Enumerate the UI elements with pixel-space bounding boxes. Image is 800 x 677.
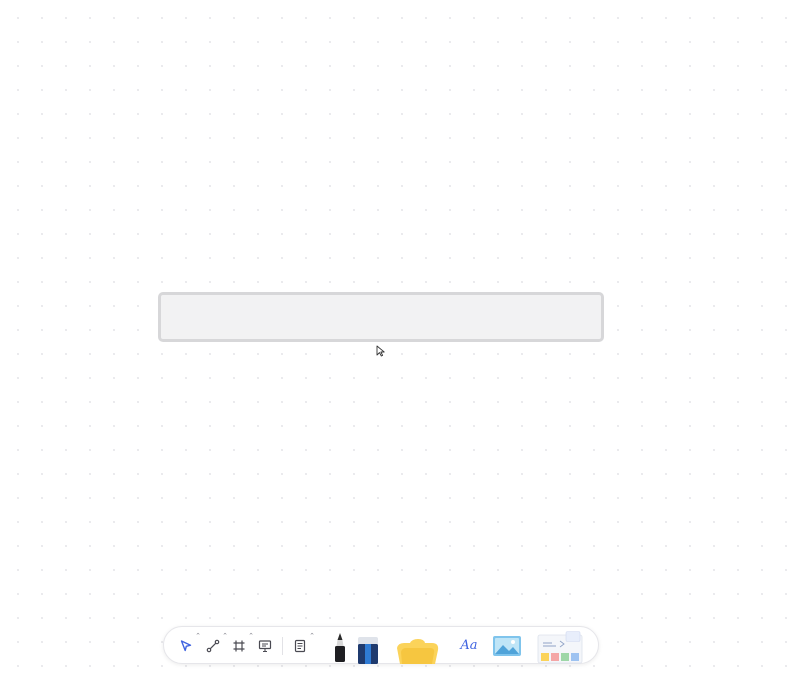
shape-tool-button[interactable] <box>394 633 442 665</box>
chevron-icon: ⌃ <box>195 633 201 640</box>
note-tool-button[interactable]: ⌃ <box>289 633 315 657</box>
select-tool-button[interactable]: ⌃ <box>175 633 201 657</box>
presentation-tool-button[interactable] <box>254 635 276 657</box>
bottom-toolbar: ⌃ ⌃ ⌃ ⌃ Aa <box>163 626 599 664</box>
pointer-arrow-icon <box>180 640 192 652</box>
eraser-icon <box>358 637 378 664</box>
toolbar-divider <box>282 637 283 655</box>
whiteboard-canvas[interactable]: ⌃ ⌃ ⌃ ⌃ Aa <box>0 0 800 677</box>
eraser-tool-button[interactable] <box>356 635 380 665</box>
connector-icon <box>206 639 220 653</box>
chevron-icon: ⌃ <box>309 633 315 640</box>
image-icon <box>493 636 521 656</box>
text-tool-label: Aa <box>460 638 478 653</box>
templates-tool-button[interactable] <box>536 631 584 665</box>
image-tool-button[interactable] <box>491 634 523 658</box>
pen-icon <box>335 633 345 662</box>
templates-icon <box>537 631 583 664</box>
frame-tool-button[interactable]: ⌃ <box>228 633 254 657</box>
mouse-cursor-icon <box>376 345 385 357</box>
shape-icon <box>397 639 439 664</box>
selected-text-block[interactable] <box>158 292 604 342</box>
connector-tool-button[interactable]: ⌃ <box>202 633 228 657</box>
presentation-icon <box>258 640 272 653</box>
pen-tool-button[interactable] <box>330 631 350 663</box>
text-tool-button[interactable]: Aa <box>455 635 483 657</box>
frame-icon <box>233 640 245 652</box>
note-icon <box>294 639 306 653</box>
